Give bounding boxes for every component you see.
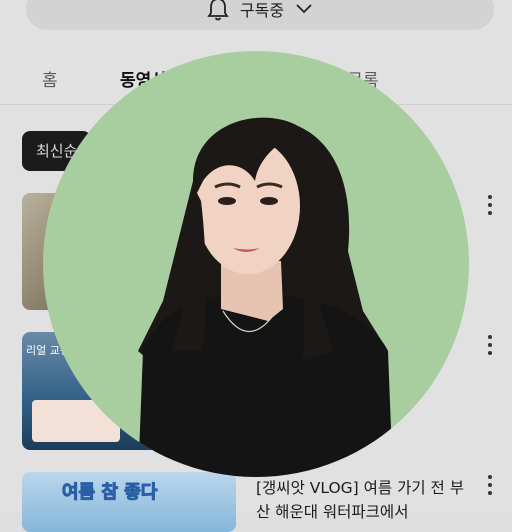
- bell-icon: [207, 0, 229, 21]
- more-options-icon[interactable]: [484, 475, 496, 495]
- thumbnail-label: 여름 참 좋다: [61, 482, 158, 504]
- subscribe-label: 구독중: [239, 1, 285, 20]
- more-options-icon[interactable]: [484, 195, 496, 215]
- video-thumbnail[interactable]: 여름 참 좋다: [22, 472, 236, 532]
- chevron-down-icon: [296, 4, 312, 14]
- video-title[interactable]: [갱씨앗 VLOG] 여름 가기 전 부산 해운대 워터파크에서: [256, 476, 471, 524]
- profile-picture: [43, 51, 469, 477]
- person-photo: [138, 117, 393, 477]
- more-options-icon[interactable]: [484, 335, 496, 355]
- tab-home[interactable]: 홈: [42, 66, 58, 91]
- subscribe-button[interactable]: 구독중: [26, 0, 494, 30]
